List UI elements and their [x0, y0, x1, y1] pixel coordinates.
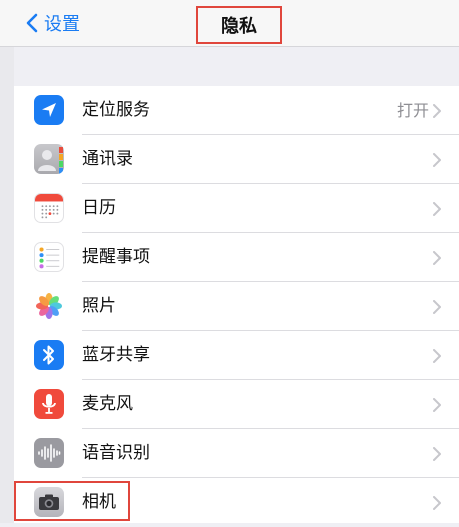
navigation-bar: 设置 隐私: [0, 0, 459, 47]
list-item-label: 提醒事项: [82, 247, 150, 267]
photos-icon: [34, 291, 64, 321]
contacts-icon: [34, 144, 64, 174]
calendar-icon: [34, 193, 64, 223]
list-item-camera[interactable]: 相机: [14, 478, 459, 527]
back-button[interactable]: 设置: [26, 9, 80, 37]
reminders-icon: [34, 242, 64, 272]
list-item-label: 相机: [82, 492, 116, 512]
list-item-label: 日历: [82, 198, 116, 218]
chevron-right-icon: [433, 349, 441, 363]
microphone-icon: [34, 389, 64, 419]
list-item-label: 蓝牙共享: [82, 345, 150, 365]
speech-recognition-icon: [34, 438, 64, 468]
chevron-right-icon: [433, 251, 441, 265]
chevron-right-icon: [433, 447, 441, 461]
list-item-photos[interactable]: 照片: [14, 282, 459, 331]
background-page-edge: [0, 0, 14, 523]
list-item-label: 麦克风: [82, 394, 133, 414]
list-item-microphone[interactable]: 麦克风: [14, 380, 459, 429]
privacy-list: 定位服务 打开 通讯录 日历 提醒事项 照片 蓝牙共享 麦克风 语音识别 相机: [14, 86, 459, 523]
list-item-calendar[interactable]: 日历: [14, 184, 459, 233]
bluetooth-icon: [34, 340, 64, 370]
list-item-reminders[interactable]: 提醒事项: [14, 233, 459, 282]
chevron-right-icon: [433, 153, 441, 167]
list-item-label: 照片: [82, 296, 116, 316]
page-title: 隐私: [196, 6, 282, 44]
back-label: 设置: [44, 14, 80, 35]
list-item-label: 语音识别: [82, 443, 150, 463]
list-item-location-services[interactable]: 定位服务 打开: [14, 86, 459, 135]
chevron-right-icon: [433, 104, 441, 118]
chevron-right-icon: [433, 398, 441, 412]
chevron-right-icon: [433, 300, 441, 314]
location-arrow-icon: [34, 95, 64, 125]
chevron-right-icon: [433, 496, 441, 510]
chevron-left-icon: [26, 13, 38, 33]
chevron-right-icon: [433, 202, 441, 216]
list-item-label: 定位服务: [82, 100, 150, 120]
status-value: 打开: [396, 101, 429, 120]
list-item-contacts[interactable]: 通讯录: [14, 135, 459, 184]
list-item-label: 通讯录: [82, 149, 133, 169]
list-item-bluetooth-sharing[interactable]: 蓝牙共享: [14, 331, 459, 380]
list-item-speech-recognition[interactable]: 语音识别: [14, 429, 459, 478]
camera-icon: [34, 487, 64, 517]
